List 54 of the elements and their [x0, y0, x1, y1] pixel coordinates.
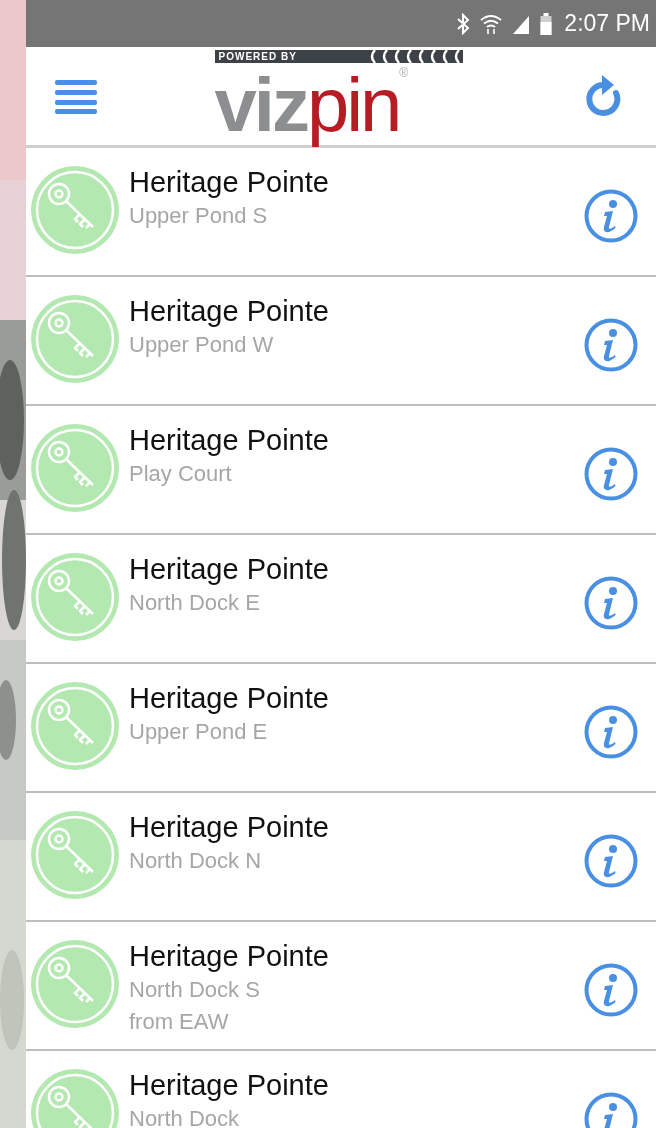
lock-title: Heritage Pointe — [129, 294, 330, 329]
info-icon — [584, 576, 638, 630]
info-button[interactable] — [584, 576, 638, 630]
lock-title: Heritage Pointe — [129, 939, 330, 974]
lock-location: Play Court — [129, 460, 233, 488]
lock-list-item[interactable]: Heritage Pointe North Dock — [26, 1051, 656, 1128]
lock-list-item[interactable]: Heritage Pointe North Dock S from EAW — [26, 922, 656, 1051]
key-icon — [30, 810, 120, 900]
key-icon — [30, 165, 120, 255]
key-icon — [30, 552, 120, 642]
logo-tagline: POWERED BY — [218, 49, 297, 63]
key-icon — [30, 294, 120, 384]
info-button[interactable] — [584, 189, 638, 243]
lock-location: North Dock S — [129, 976, 261, 1004]
info-button[interactable] — [584, 705, 638, 759]
lock-list-item[interactable]: Heritage Pointe North Dock N — [26, 793, 656, 922]
lock-list-item[interactable]: Heritage Pointe Play Court — [26, 406, 656, 535]
info-icon — [584, 318, 638, 372]
lock-location: North Dock E — [129, 589, 261, 617]
lock-title: Heritage Pointe — [129, 810, 330, 845]
bluetooth-icon — [456, 12, 471, 35]
info-icon — [584, 447, 638, 501]
menu-icon — [55, 78, 97, 114]
lock-location: North Dock — [129, 1105, 241, 1128]
clock-time: 2:07 PM — [564, 10, 650, 37]
info-icon — [584, 834, 638, 888]
lock-location: Upper Pond W — [129, 331, 275, 359]
key-icon — [30, 423, 120, 513]
lock-list-item[interactable]: Heritage Pointe North Dock E — [26, 535, 656, 664]
lock-location: Upper Pond S — [129, 202, 269, 230]
info-icon — [584, 189, 638, 243]
lock-title: Heritage Pointe — [129, 423, 330, 458]
info-icon — [584, 705, 638, 759]
lock-list-item[interactable]: Heritage Pointe Upper Pond W — [26, 277, 656, 406]
lock-title: Heritage Pointe — [129, 681, 330, 716]
lock-list-item[interactable]: Heritage Pointe Upper Pond S — [26, 148, 656, 277]
info-button[interactable] — [584, 834, 638, 888]
lock-location: North Dock N — [129, 847, 263, 875]
lock-list-item[interactable]: Heritage Pointe Upper Pond E — [26, 664, 656, 793]
info-button[interactable] — [584, 447, 638, 501]
info-icon — [584, 963, 638, 1017]
info-button[interactable] — [584, 318, 638, 372]
info-button[interactable] — [584, 963, 638, 1017]
logo-wordmark: vizpin$^{®}$ — [214, 62, 406, 147]
key-icon — [30, 681, 120, 771]
lock-detail: from EAW — [129, 1008, 230, 1036]
key-icon — [30, 939, 120, 1029]
battery-icon — [540, 12, 553, 35]
lock-title: Heritage Pointe — [129, 552, 330, 587]
lock-location: Upper Pond E — [129, 718, 269, 746]
lock-title: Heritage Pointe — [129, 165, 330, 200]
wifi-icon — [480, 12, 503, 35]
menu-button[interactable] — [55, 78, 97, 114]
lock-title: Heritage Pointe — [129, 1068, 330, 1103]
